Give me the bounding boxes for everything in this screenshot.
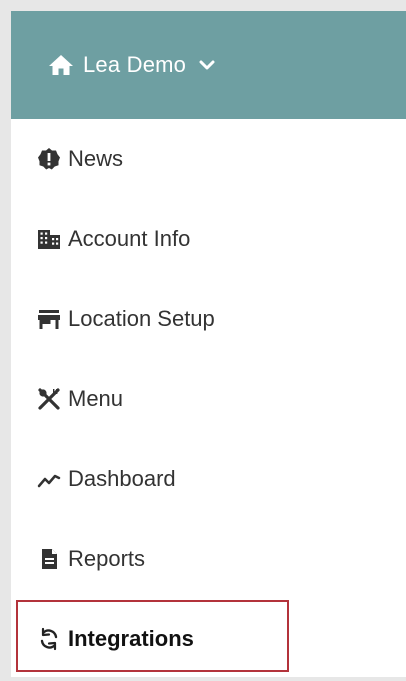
account-name: Lea Demo [83,52,187,77]
building-icon [37,227,61,251]
badge-alert-icon [37,147,61,171]
sidebar-item-menu[interactable]: Menu [11,359,406,439]
sidebar-item-integrations[interactable]: Integrations [11,599,406,679]
utensils-cross-icon [37,387,61,411]
sidebar-item-label: Location Setup [68,306,215,331]
document-icon [37,547,61,571]
account-switcher[interactable]: Lea Demo [11,11,406,119]
chevron-down-icon [199,60,215,70]
sidebar-item-account-info[interactable]: Account Info [11,199,406,279]
line-trend-icon [37,467,61,491]
sidebar-item-label: Menu [68,386,124,411]
sidebar-item-news[interactable]: News [11,119,406,199]
sidebar-item-dashboard[interactable]: Dashboard [11,439,406,519]
storefront-icon [37,307,61,331]
home-icon [49,55,73,75]
sync-icon [37,627,61,651]
sidebar-item-label: Integrations [68,626,194,651]
sidebar-item-label: News [68,146,124,171]
sidebar-item-label: Dashboard [68,466,176,491]
sidebar-nav: News Account Info Location Setup Menu Da… [11,119,406,679]
sidebar-item-label: Account Info [68,226,191,251]
sidebar-item-location-setup[interactable]: Location Setup [11,279,406,359]
sidebar-item-reports[interactable]: Reports [11,519,406,599]
sidebar-item-label: Reports [68,546,146,571]
